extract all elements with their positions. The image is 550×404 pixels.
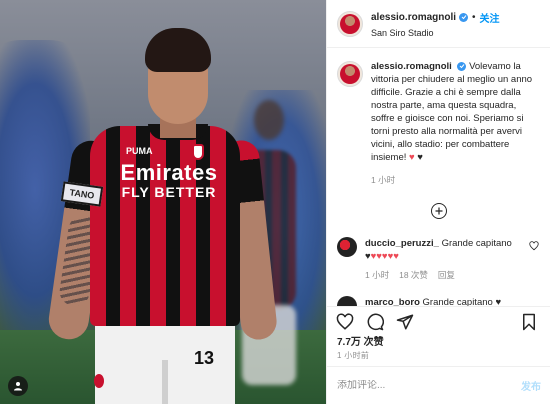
author-info: alessio.romagnoli • 关注 San Siro Stadio <box>371 10 500 38</box>
player-figure: 13 TANO PUMA Emirates FLY BETTER <box>40 20 279 404</box>
tagged-users-button[interactable] <box>8 376 28 396</box>
post-caption: alessio.romagnoli Volevamo la vittoria p… <box>337 60 541 187</box>
comment-hearts-emoji: ♥♥♥♥♥ <box>370 251 399 262</box>
publish-button[interactable]: 发布 <box>521 378 541 393</box>
post-header: alessio.romagnoli • 关注 San Siro Stadio <box>327 0 550 48</box>
like-button[interactable] <box>335 312 355 332</box>
shirt-sponsor: Emirates FLY BETTER <box>110 160 228 201</box>
commenter-username[interactable]: marco_boro <box>365 297 420 306</box>
sponsor-line1: Emirates <box>120 160 218 185</box>
author-avatar[interactable] <box>337 10 363 37</box>
separator-dot: • <box>472 11 476 23</box>
comment-time[interactable]: 1 小时 <box>365 269 389 282</box>
caption-avatar[interactable] <box>337 61 363 87</box>
author-line: alessio.romagnoli • 关注 <box>371 10 500 25</box>
black-heart-emoji: ♥ <box>495 297 502 306</box>
club-crest <box>192 144 204 160</box>
black-heart-emoji: ♥ <box>417 152 423 163</box>
comments-section[interactable]: alessio.romagnoli Volevamo la vittoria p… <box>327 48 550 306</box>
avatar-image <box>340 64 360 84</box>
commenter-avatar[interactable] <box>337 296 357 306</box>
post-actions-bar <box>327 306 550 332</box>
comment-text: Grande capitano <box>422 297 493 306</box>
comment-text: Grande capitano <box>441 238 512 249</box>
armband-text: TANO <box>69 187 95 201</box>
comment-item: marco_boro Grande capitano ♥ <box>337 296 541 306</box>
caption-body: alessio.romagnoli Volevamo la vittoria p… <box>371 60 539 187</box>
bookmark-icon <box>523 313 535 330</box>
player-shirt <box>90 126 240 326</box>
caption-time: 1 小时 <box>371 175 396 185</box>
load-more-button[interactable] <box>431 203 447 219</box>
post-photo[interactable]: 13 TANO PUMA Emirates FLY BETTER <box>0 0 326 404</box>
heart-outline-icon <box>336 312 354 330</box>
user-icon <box>14 382 22 391</box>
comment-likes[interactable]: 18 次赞 <box>399 269 428 282</box>
comment-reply-button[interactable]: 回复 <box>438 269 455 282</box>
player-shorts-gap <box>162 360 168 404</box>
post-side-panel: alessio.romagnoli • 关注 San Siro Stadio a… <box>326 0 550 404</box>
comment-meta: 1 小时 18 次赞 回复 <box>365 269 525 282</box>
paper-plane-icon <box>396 314 414 329</box>
caption-username[interactable]: alessio.romagnoli <box>371 61 452 72</box>
heart-outline-icon <box>529 241 539 251</box>
kit-brand-logo: PUMA <box>126 146 153 156</box>
sponsor-line2: FLY BETTER <box>121 184 217 200</box>
red-heart-emoji: ♥ <box>409 152 415 163</box>
plus-icon <box>435 207 443 215</box>
load-more-comments <box>337 203 541 219</box>
comment-body: marco_boro Grande capitano ♥ <box>365 296 525 306</box>
likes-count[interactable]: 7.7万 次赞 <box>337 333 384 348</box>
avatar-image <box>340 13 360 34</box>
player-hair <box>145 28 211 72</box>
post-timestamp: 1 小时前 <box>337 351 370 360</box>
follow-button[interactable]: 关注 <box>480 10 500 25</box>
shorts-crest <box>94 374 104 388</box>
comment-like-button[interactable] <box>529 241 539 254</box>
comment-bubble-icon <box>367 313 384 330</box>
caption-text: Volevamo la vittoria per chiudere al meg… <box>371 61 533 163</box>
commenter-username[interactable]: duccio_peruzzi_ <box>365 238 439 249</box>
comment-item: duccio_peruzzi_ Grande capitano ♥♥♥♥♥♥ 1… <box>337 237 541 282</box>
share-button[interactable] <box>395 312 415 332</box>
location-link[interactable]: San Siro Stadio <box>371 28 500 38</box>
commenter-avatar[interactable] <box>337 237 357 257</box>
comment-button[interactable] <box>365 312 385 332</box>
verified-badge-icon <box>459 12 469 22</box>
add-comment-bar: 发布 <box>327 366 550 404</box>
verified-badge-icon <box>457 61 467 71</box>
comment-input[interactable] <box>337 380 521 391</box>
save-button[interactable] <box>519 312 539 332</box>
comment-body: duccio_peruzzi_ Grande capitano ♥♥♥♥♥♥ 1… <box>365 237 525 282</box>
comment-hearts: ♥♥♥♥♥♥ <box>365 250 525 263</box>
author-username[interactable]: alessio.romagnoli <box>371 12 456 23</box>
shorts-number: 13 <box>194 348 215 368</box>
